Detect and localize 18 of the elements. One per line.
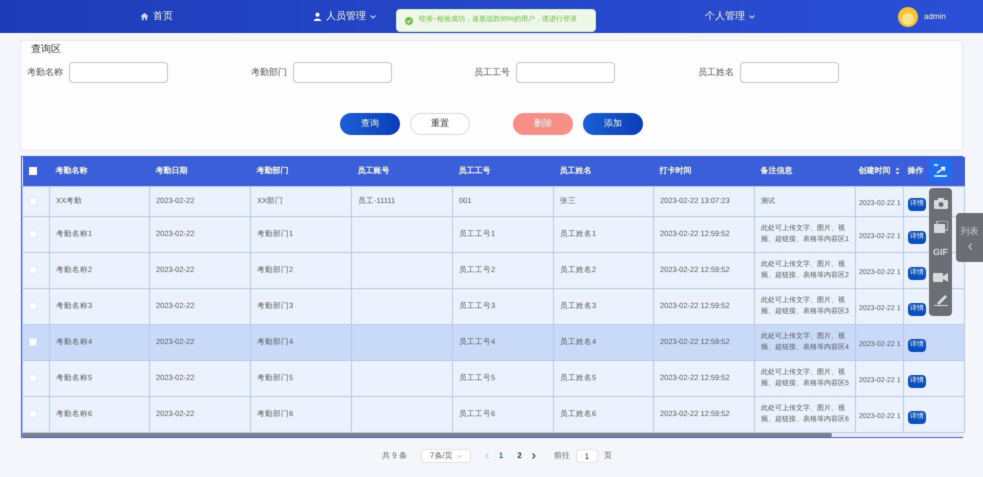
goto-label: 前往 [554,450,570,462]
column-header: 创建时间 [858,165,890,178]
column-header: 操作 [908,165,924,178]
field-label: 考勤部门 [251,66,287,79]
column-header: 员工姓名 [560,165,592,178]
column-header: 员工账号 [358,165,390,178]
column-header: 考勤日期 [156,165,188,178]
panel-title: 查询区 [31,42,61,57]
column-header: 打卡时间 [660,165,692,178]
column-header: 员工工号 [458,165,490,178]
total-count: 共 9 条 [382,450,407,462]
page-suffix-label: 页 [604,450,612,462]
column-header: 考勤名称 [56,165,88,178]
field-label: 员工工号 [474,66,510,79]
field-label: 考勤名称 [27,66,63,79]
field-label: 员工姓名 [698,66,734,79]
column-header: 考勤部门 [256,165,288,178]
column-header: 备注信息 [760,165,792,178]
